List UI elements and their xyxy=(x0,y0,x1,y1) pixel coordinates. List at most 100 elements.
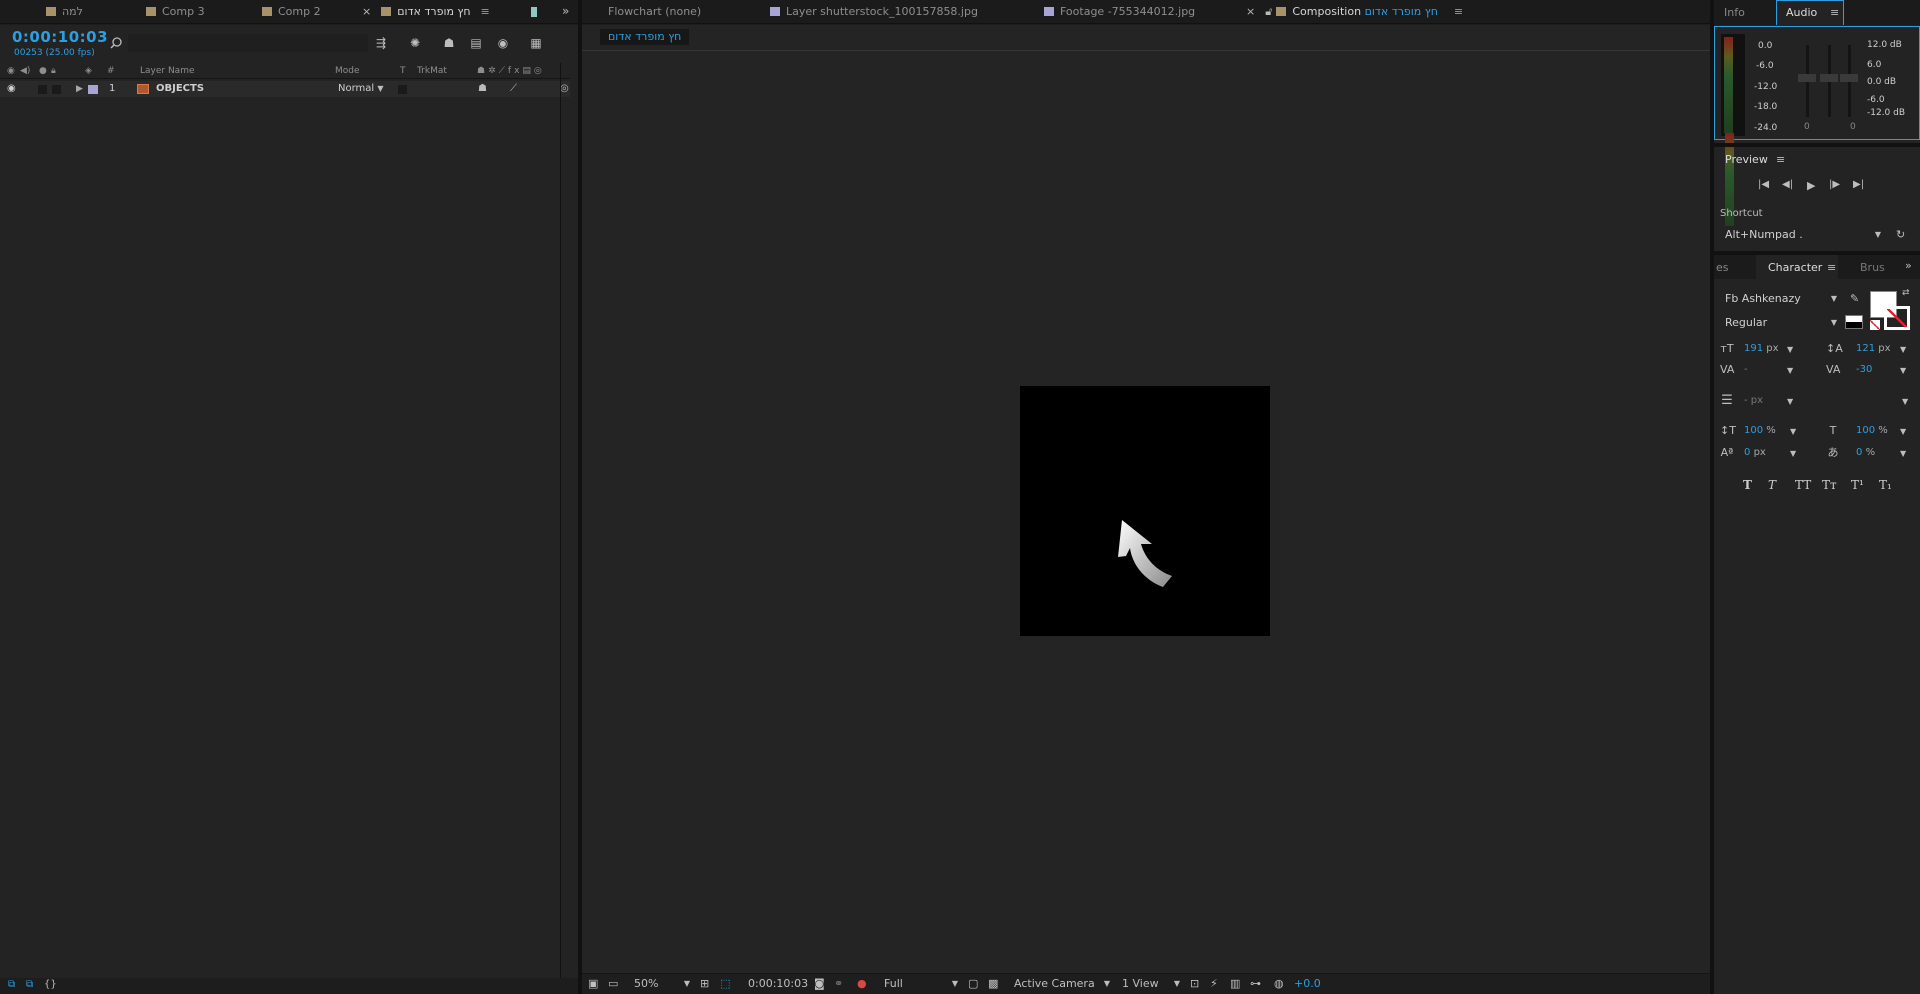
chevron-down-icon[interactable]: ▼ xyxy=(1900,427,1906,436)
shortcut-dropdown[interactable]: Alt+Numpad . ▼ xyxy=(1720,226,1885,244)
overflow-chevron-icon[interactable]: » xyxy=(1905,259,1912,272)
reset-shortcut-icon[interactable]: ↻ xyxy=(1896,228,1905,241)
audio-slider-handle[interactable] xyxy=(1840,74,1858,82)
chevron-down-icon[interactable]: ▼ xyxy=(1900,366,1906,375)
views-dropdown[interactable]: 1 View ▼ xyxy=(1122,974,1182,994)
font-size-value[interactable]: 191 px xyxy=(1744,343,1779,354)
tab-lama[interactable]: למה xyxy=(46,0,83,24)
monitor-icon[interactable]: ▭ xyxy=(608,974,618,994)
zoom-dropdown[interactable]: 50% ▼ xyxy=(634,974,692,994)
first-frame-icon[interactable]: |◀ xyxy=(1758,179,1769,190)
table-row[interactable]: ◉ ▶ 1 OBJECTS Normal ▼ ☗ ⟋ ◎ xyxy=(0,81,570,97)
show-snapshot-icon[interactable]: ⚭ xyxy=(834,974,843,994)
audio-slider-handle[interactable] xyxy=(1798,74,1816,82)
comp-flowchart-icon[interactable]: ⇶ xyxy=(372,35,390,51)
tab-audio[interactable]: Audio xyxy=(1786,6,1817,19)
panel-menu-icon[interactable]: ≡ xyxy=(1827,261,1836,274)
font-family-dropdown[interactable]: Fb Ashkenazy ▼ xyxy=(1720,290,1840,308)
shy-switch-icon[interactable]: ☗ xyxy=(478,81,487,97)
quality-switch-icon[interactable]: ⟋ xyxy=(510,81,517,97)
camera-dropdown[interactable]: Active Camera ▼ xyxy=(1014,974,1112,994)
kerning-value[interactable]: - xyxy=(1744,364,1748,375)
tab-layer[interactable]: Layer shutterstock_100157858.jpg xyxy=(770,0,978,24)
tab-comp2[interactable]: Comp 2 xyxy=(262,0,321,24)
no-color-swatch[interactable] xyxy=(1870,320,1880,330)
transfer-controls-icon[interactable]: ⧉ xyxy=(26,979,33,990)
solo-toggle[interactable] xyxy=(38,85,47,94)
draft-3d-icon[interactable]: ✺ xyxy=(406,35,424,51)
flowchart-icon[interactable]: ⊶ xyxy=(1250,974,1261,994)
panel-menu-icon[interactable]: ≡ xyxy=(1830,6,1839,19)
graph-editor-icon[interactable]: ▦ xyxy=(527,35,545,51)
last-frame-icon[interactable]: ▶| xyxy=(1853,179,1864,190)
tab-comp3[interactable]: Comp 3 xyxy=(146,0,205,24)
timeline-panel-icon[interactable]: ▥ xyxy=(1230,974,1240,994)
stroke-style-dropdown[interactable]: ▼ xyxy=(1902,397,1908,406)
exposure-value[interactable]: +0.0 xyxy=(1294,974,1321,994)
all-caps-button[interactable]: TT xyxy=(1795,478,1811,492)
next-frame-icon[interactable]: |▶ xyxy=(1829,179,1840,190)
comp-swatch-icon[interactable] xyxy=(531,7,537,17)
toggle-pixel-aspect-icon[interactable]: ⊡ xyxy=(1190,974,1199,994)
expand-triangle-icon[interactable]: ▶ xyxy=(76,81,83,97)
tab-red-arrow-comp[interactable]: × חץ מופרד אדום ≡ xyxy=(362,0,490,24)
composition-canvas[interactable] xyxy=(1020,386,1270,636)
mode-dropdown[interactable]: Normal ▼ xyxy=(338,81,384,97)
viewer-timecode[interactable]: 0:00:10:03 xyxy=(748,974,808,994)
grid-guides-icon[interactable]: ⊞ xyxy=(700,974,709,994)
baseline-shift-value[interactable]: 0 px xyxy=(1744,447,1766,458)
frame-blending-icon[interactable]: ▤ xyxy=(467,35,485,51)
small-caps-button[interactable]: Tт xyxy=(1822,478,1837,492)
panel-menu-icon[interactable]: ≡ xyxy=(481,5,490,18)
audio-slider-handle[interactable] xyxy=(1820,74,1838,82)
in-out-panes-icon[interactable]: {} xyxy=(44,979,57,990)
mask-path-icon[interactable]: ⬚ xyxy=(720,974,730,994)
vertical-scale-value[interactable]: 100 % xyxy=(1744,425,1776,436)
tab-character[interactable]: Character xyxy=(1768,261,1822,274)
label-color-swatch[interactable] xyxy=(88,85,98,94)
tab-brush[interactable]: Brus xyxy=(1860,261,1885,274)
overflow-chevron-icon[interactable]: » xyxy=(562,4,569,18)
chevron-down-icon[interactable]: ▼ xyxy=(1900,449,1906,458)
layer-name-column-header[interactable]: Layer Name xyxy=(140,64,195,78)
transparency-grid-icon[interactable]: ▩ xyxy=(988,974,998,994)
chevron-down-icon[interactable]: ▼ xyxy=(1900,345,1906,354)
adjustment-switch-icon[interactable]: ◎ xyxy=(560,81,569,97)
tab-composition[interactable]: × 🔓︎ Composition חץ מופרד אדום ≡ xyxy=(1246,0,1463,24)
stroke-width-value[interactable]: - px xyxy=(1744,395,1763,406)
shy-layers-icon[interactable]: ☗ xyxy=(440,35,458,51)
tab-info[interactable]: Info xyxy=(1724,6,1745,19)
layer-switches-icon[interactable]: ⧉ xyxy=(8,979,15,990)
current-timecode[interactable]: 0:00:10:03 xyxy=(12,28,108,46)
swap-colors-icon[interactable]: ⇄ xyxy=(1902,288,1910,298)
preserve-transparency-toggle[interactable] xyxy=(398,85,407,94)
chevron-down-icon[interactable]: ▼ xyxy=(1790,427,1796,436)
chevron-down-icon[interactable]: ▼ xyxy=(1787,397,1793,406)
resolution-dropdown[interactable]: Full ▼ xyxy=(884,974,960,994)
layer-name[interactable]: OBJECTS xyxy=(156,81,204,97)
snapshot-icon[interactable]: ◙ xyxy=(814,974,825,994)
close-icon[interactable]: × xyxy=(1246,5,1255,18)
lock-toggle[interactable] xyxy=(52,85,61,94)
close-icon[interactable]: × xyxy=(362,5,371,18)
panel-menu-icon[interactable]: ≡ xyxy=(1776,153,1785,166)
font-style-dropdown[interactable]: Regular ▼ xyxy=(1720,314,1840,332)
region-of-interest-icon[interactable]: ▢ xyxy=(968,974,978,994)
eye-toggle-icon[interactable]: ◉ xyxy=(7,81,16,97)
eyedropper-icon[interactable]: ✎ xyxy=(1850,292,1859,305)
faux-italic-button[interactable]: T xyxy=(1768,478,1776,492)
play-icon[interactable]: ▶ xyxy=(1807,179,1815,192)
search-input[interactable] xyxy=(128,34,368,52)
motion-blur-icon[interactable]: ◉ xyxy=(494,35,512,51)
search-icon[interactable] xyxy=(110,36,126,52)
tracking-value[interactable]: -30 xyxy=(1856,364,1872,375)
tab-footage[interactable]: Footage -755344012.jpg xyxy=(1044,0,1195,24)
chevron-down-icon[interactable]: ▼ xyxy=(1790,449,1796,458)
reset-exposure-icon[interactable]: ◍ xyxy=(1274,974,1284,994)
tab-prev-panel[interactable]: es xyxy=(1716,261,1729,274)
prev-frame-icon[interactable]: ◀| xyxy=(1782,179,1793,190)
faux-bold-button[interactable]: T xyxy=(1743,478,1752,492)
panel-menu-icon[interactable]: ≡ xyxy=(1454,5,1463,18)
comp-breadcrumb[interactable]: חץ מופרד אדום xyxy=(600,29,690,45)
tab-flowchart[interactable]: Flowchart (none) xyxy=(608,0,701,24)
